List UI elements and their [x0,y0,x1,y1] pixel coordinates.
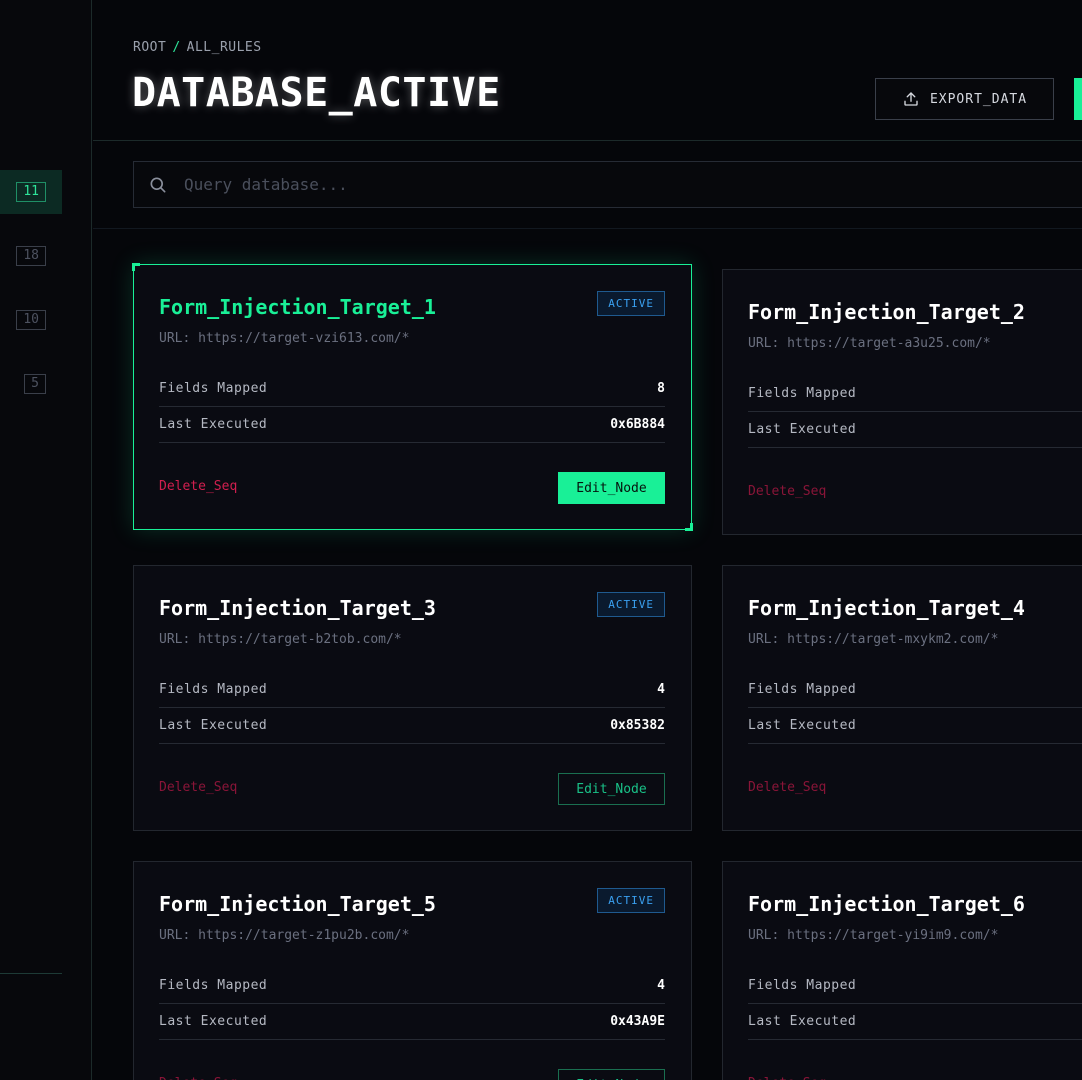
sidebar: 11 18 10 5 [0,0,92,1080]
stat-value: 8 [657,381,665,396]
stat-label: Last Executed [159,417,268,432]
sidebar-item-2[interactable]: 18 [0,234,62,278]
stat-label: Fields Mapped [748,978,857,993]
rule-card[interactable]: Form_Injection_Target_4 URL: https://tar… [722,565,1082,831]
stat-row-fields: Fields Mapped [748,376,1082,412]
breadcrumb-separator: / [172,40,181,55]
delete-seq-button[interactable]: Delete_Seq [748,780,826,795]
stat-value: 4 [657,682,665,697]
delete-seq-button[interactable]: Delete_Seq [748,1076,826,1080]
card-title: Form_Injection_Target_3 [159,596,436,620]
search-box [133,161,1082,208]
delete-seq-button[interactable]: Delete_Seq [159,1076,237,1080]
stat-label: Fields Mapped [748,386,857,401]
rule-card[interactable]: Form_Injection_Target_3 URL: https://tar… [133,565,692,831]
stat-value: 0x6B884 [610,417,665,432]
stat-label: Last Executed [159,1014,268,1029]
selection-corner [685,523,693,531]
card-title: Form_Injection_Target_5 [159,892,436,916]
card-title: Form_Injection_Target_1 [159,295,436,319]
card-url: URL: https://target-z1pu2b.com/* [159,928,410,943]
export-data-label: EXPORT_DATA [929,91,1028,107]
page-header: ROOT / ALL_RULES DATABASE_ACTIVE EXPORT_DA… [93,0,1082,141]
count-badge: 11 [16,182,46,202]
stat-label: Last Executed [748,718,857,733]
stat-row-fields: Fields Mapped [748,968,1082,1004]
sidebar-item-3[interactable]: 10 [0,298,62,342]
rule-card[interactable]: Form_Injection_Target_6 URL: https://tar… [722,861,1082,1080]
stat-label: Last Executed [159,718,268,733]
sidebar-item-1[interactable]: 11 [0,170,62,214]
stat-row-last-executed: Last Executed [748,1004,1082,1040]
stat-row-fields: Fields Mapped 8 [159,371,665,407]
card-url: URL: https://target-a3u25.com/* [748,336,991,351]
stat-label: Last Executed [748,422,857,437]
card-url: URL: https://target-b2tob.com/* [159,632,402,647]
rule-card[interactable]: Form_Injection_Target_5 URL: https://tar… [133,861,692,1080]
card-url: URL: https://target-mxykm2.com/* [748,632,999,647]
stat-label: Fields Mapped [159,381,268,396]
stat-value: 0x85382 [610,718,665,733]
stat-row-last-executed: Last Executed 0x85382 [159,708,665,744]
card-url: URL: https://target-vzi613.com/* [159,331,410,346]
selection-corner [132,263,140,271]
upload-icon [904,92,918,106]
status-badge: ACTIVE [597,592,665,617]
stat-label: Fields Mapped [748,682,857,697]
delete-seq-button[interactable]: Delete_Seq [748,484,826,499]
stat-row-last-executed: Last Executed 0x43A9E [159,1004,665,1040]
stat-value: 4 [657,978,665,993]
rule-card[interactable]: Form_Injection_Target_2 URL: https://tar… [722,269,1082,535]
search-bar [93,141,1082,229]
card-title: Form_Injection_Target_6 [748,892,1025,916]
breadcrumb-current: ALL_RULES [186,40,262,55]
stat-row-last-executed: Last Executed 0x6B884 [159,407,665,443]
card-title: Form_Injection_Target_2 [748,300,1025,324]
delete-seq-button[interactable]: Delete_Seq [159,780,237,795]
stat-value: 0x43A9E [610,1014,665,1029]
stat-row-fields: Fields Mapped 4 [159,672,665,708]
stat-row-fields: Fields Mapped 4 [159,968,665,1004]
delete-seq-button[interactable]: Delete_Seq [159,479,237,494]
count-badge: 10 [16,310,46,330]
count-badge: 18 [16,246,46,266]
stat-row-last-executed: Last Executed [748,412,1082,448]
stat-row-fields: Fields Mapped [748,672,1082,708]
stat-row-last-executed: Last Executed [748,708,1082,744]
card-title: Form_Injection_Target_4 [748,596,1025,620]
page-title: DATABASE_ACTIVE [132,70,501,116]
status-badge: ACTIVE [597,888,665,913]
card-url: URL: https://target-yi9im9.com/* [748,928,999,943]
edit-node-button[interactable]: Edit_Node [558,1069,665,1080]
export-data-button[interactable]: EXPORT_DATA [875,78,1054,120]
stat-label: Last Executed [748,1014,857,1029]
primary-action-button[interactable] [1074,78,1082,120]
breadcrumb-root[interactable]: ROOT [133,40,166,55]
stat-label: Fields Mapped [159,978,268,993]
rule-card[interactable]: Form_Injection_Target_1 URL: https://tar… [132,263,693,531]
status-badge: ACTIVE [597,291,665,316]
edit-node-button[interactable]: Edit_Node [558,773,665,805]
edit-node-button[interactable]: Edit_Node [558,472,665,504]
search-input[interactable] [182,174,1082,195]
breadcrumb: ROOT / ALL_RULES [133,40,262,55]
search-icon [150,177,166,192]
sidebar-divider [0,973,62,974]
stat-label: Fields Mapped [159,682,268,697]
app-root: 11 18 10 5 ROOT / ALL_RULES DATABASE_ACTIV… [0,0,1082,1080]
count-badge: 5 [24,374,46,394]
sidebar-item-4[interactable]: 5 [0,362,62,406]
